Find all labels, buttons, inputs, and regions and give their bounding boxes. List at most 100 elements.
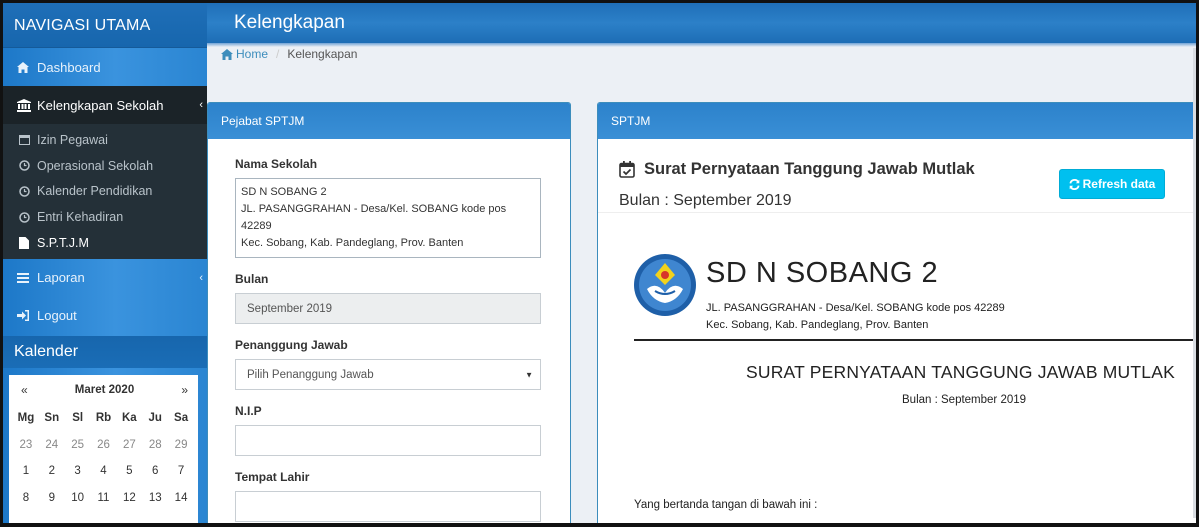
page-title: Kelengkapan (234, 12, 345, 33)
calendar-day[interactable]: 6 (142, 458, 168, 485)
page-scrollbar[interactable] (1193, 48, 1196, 518)
sidebar-item-kelengkapan-sekolah[interactable]: Kelengkapan Sekolah ‹ (3, 86, 207, 124)
home-icon (221, 48, 233, 60)
refresh-data-label: Refresh data (1082, 177, 1156, 191)
calendar-day[interactable]: 2 (39, 458, 65, 485)
sidebar-item-logout[interactable]: Logout (3, 297, 207, 335)
caret-down-icon: ▼ (525, 370, 533, 379)
calendar-day[interactable]: 11 (91, 485, 117, 512)
calendar-day[interactable]: 12 (116, 485, 142, 512)
sidebar-item-kalender-pendidikan[interactable]: Kalender Pendidikan (3, 179, 207, 205)
calendar-weekday: Sn (44, 412, 60, 425)
calendar-day[interactable]: 13 (142, 485, 168, 512)
breadcrumb-home-label: Home (236, 47, 269, 61)
sidebar-item-dashboard[interactable]: Dashboard (3, 48, 207, 86)
nip-label: N.I.P (235, 404, 262, 418)
chevron-left-icon: ‹ (199, 99, 203, 111)
sidebar: NAVIGASI UTAMA Dashboard Kelengkapan Sek… (3, 3, 207, 523)
calendar-day[interactable]: 5 (116, 458, 142, 485)
calendar-day[interactable]: 1 (13, 458, 39, 485)
submenu-label: Izin Pegawai (37, 132, 108, 147)
calendar-weekday: Sa (174, 412, 189, 425)
chevron-left-icon: ‹ (199, 271, 203, 284)
breadcrumb-home-link[interactable]: Home (221, 47, 268, 61)
calendar-day[interactable]: 25 (65, 432, 91, 459)
page-header: Kelengkapan (207, 3, 1196, 47)
calendar-prev-button[interactable]: « (21, 383, 28, 397)
sidebar-item-label: Dashboard (37, 59, 101, 75)
calendar-weekday: Mg (17, 412, 35, 425)
sptjm-heading: Surat Pernyataan Tanggung Jawab Mutlak (619, 160, 975, 179)
calendar-day[interactable]: 23 (13, 432, 39, 459)
calendar-day[interactable]: 3 (65, 458, 91, 485)
panel-title: Pejabat SPTJM (208, 103, 570, 139)
calendar-day[interactable]: 14 (168, 485, 194, 512)
letterhead-divider (634, 339, 1196, 341)
submenu-label: Operasional Sekolah (37, 158, 154, 173)
penanggung-jawab-label: Penanggung Jawab (235, 338, 348, 352)
submenu-label: Kalender Pendidikan (37, 184, 153, 199)
calendar-day[interactable]: 29 (168, 432, 194, 459)
calendar-widget: « Maret 2020 » Mg Sn Sl Rb Ka Ju Sa 23 2… (9, 375, 198, 523)
calendar-weekday: Ka (122, 412, 137, 425)
sptjm-heading-text: Surat Pernyataan Tanggung Jawab Mutlak (644, 160, 975, 178)
panel-title: SPTJM (598, 103, 1196, 139)
sidebar-item-label: Laporan (37, 270, 85, 286)
app-window: NAVIGASI UTAMA Dashboard Kelengkapan Sek… (3, 3, 1196, 523)
tempat-lahir-input[interactable] (235, 491, 541, 522)
calendar-day[interactable]: 28 (142, 432, 168, 459)
submenu-label: Entri Kehadiran (37, 210, 124, 225)
school-address-line1: JL. PASANGGRAHAN - Desa/Kel. SOBANG kode… (706, 302, 1005, 314)
penanggung-jawab-select[interactable]: Pilih Penanggung Jawab ▼ (235, 359, 541, 390)
sidebar-item-izin-pegawai[interactable]: Izin Pegawai (3, 127, 207, 153)
sidebar-item-label: Kelengkapan Sekolah (37, 97, 164, 113)
bulan-label: Bulan (235, 272, 269, 286)
calendar-day[interactable]: 7 (168, 458, 194, 485)
tut-wuri-handayani-logo-icon (633, 253, 697, 317)
clock-icon (19, 186, 37, 197)
calendar-day[interactable]: 4 (91, 458, 117, 485)
sidebar-item-sptjm[interactable]: S.P.T.J.M (3, 230, 207, 256)
refresh-icon (1069, 178, 1080, 190)
calendar-day[interactable]: 24 (39, 432, 65, 459)
document-month: Bulan : September 2019 (902, 394, 1027, 406)
pejabat-sptjm-panel: Pejabat SPTJM Nama Sekolah SD N SOBANG 2… (207, 102, 571, 523)
logout-icon (17, 310, 37, 322)
sidebar-item-operasional-sekolah[interactable]: Operasional Sekolah (3, 153, 207, 179)
calendar-day[interactable]: 10 (65, 485, 91, 512)
sidebar-item-label: Logout (37, 308, 77, 324)
document-icon (19, 237, 37, 250)
select-value: Pilih Penanggung Jawab (247, 368, 374, 381)
calendar-month: Maret 2020 (74, 384, 135, 396)
calendar-day[interactable]: 27 (116, 432, 142, 459)
school-address: JL. PASANGGRAHAN - Desa/Kel. SOBANG kode… (706, 300, 1005, 334)
tempat-lahir-label: Tempat Lahir (235, 470, 310, 484)
document-opening-text: Yang bertanda tangan di bawah ini : (634, 499, 818, 511)
calendar-day[interactable]: 9 (39, 485, 65, 512)
breadcrumb-current: Kelengkapan (287, 47, 358, 61)
sidebar-item-entri-kehadiran[interactable]: Entri Kehadiran (3, 204, 207, 230)
calendar-title: Kalender (3, 335, 207, 368)
sptjm-panel: SPTJM Surat Pernyataan Tanggung Jawab Mu… (597, 102, 1196, 523)
refresh-data-button[interactable]: Refresh data (1059, 169, 1165, 199)
nama-sekolah-label: Nama Sekolah (235, 157, 318, 171)
breadcrumb: Home / Kelengkapan (221, 47, 357, 61)
submenu-label: S.P.T.J.M (37, 236, 89, 251)
school-address-line2: Kec. Sobang, Kab. Pandeglang, Prov. Bant… (706, 319, 929, 331)
sptjm-document: SD N SOBANG 2 JL. PASANGGRAHAN - Desa/Ke… (598, 213, 1196, 523)
calendar-next-button[interactable]: » (181, 383, 188, 397)
sptjm-subheading: Bulan : September 2019 (619, 192, 792, 209)
calendar-day[interactable]: 26 (91, 432, 117, 459)
sidebar-title: NAVIGASI UTAMA (3, 3, 207, 48)
nama-sekolah-textarea[interactable]: SD N SOBANG 2 JL. PASANGGRAHAN - Desa/Ke… (235, 178, 541, 258)
calendar-weekday: Ju (148, 412, 162, 425)
calendar-check-icon (619, 161, 635, 178)
nip-input[interactable] (235, 425, 541, 456)
calendar-day[interactable]: 8 (13, 485, 39, 512)
school-name: SD N SOBANG 2 (706, 257, 939, 289)
sidebar-item-laporan[interactable]: Laporan ‹ (3, 259, 207, 297)
home-icon (17, 61, 37, 73)
document-title: SURAT PERNYATAAN TANGGUNG JAWAB MUTLAK (746, 362, 1175, 382)
sptjm-header: Surat Pernyataan Tanggung Jawab Mutlak B… (598, 139, 1196, 213)
list-icon (17, 272, 37, 283)
